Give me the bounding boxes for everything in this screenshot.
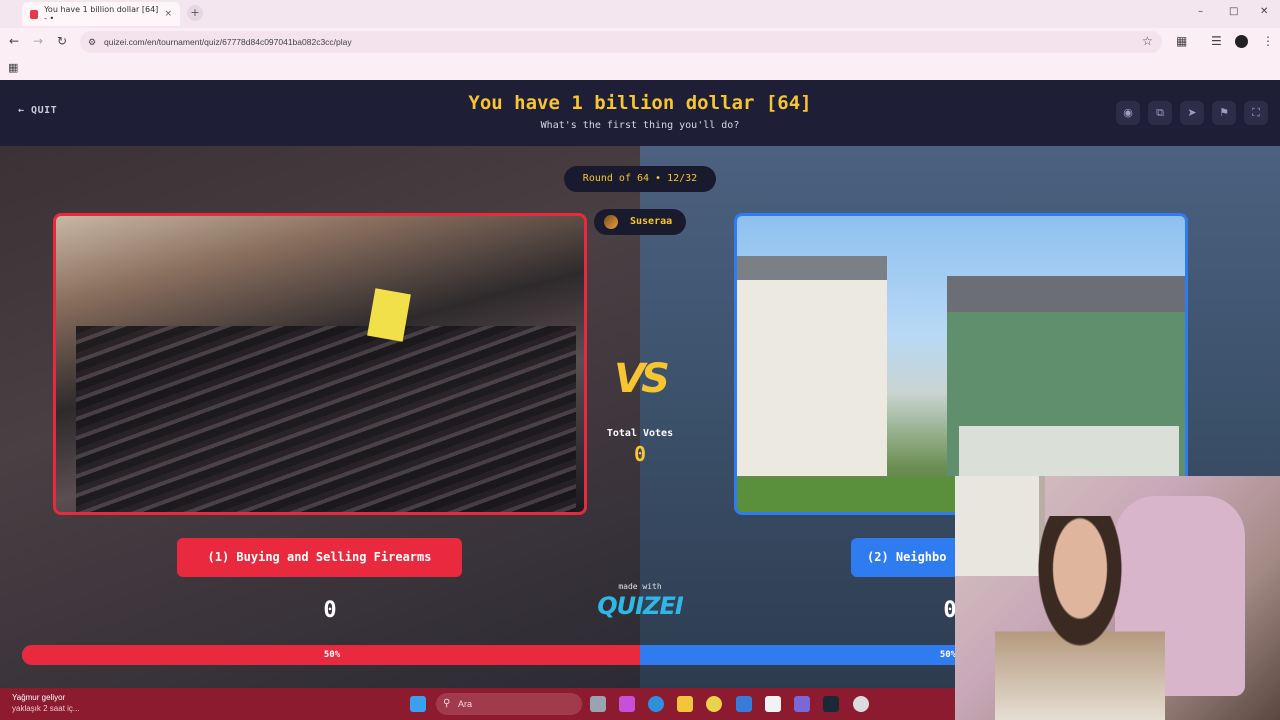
teams-icon[interactable] xyxy=(794,696,810,712)
site-info-icon[interactable]: ⚙ xyxy=(88,31,96,53)
bookmarks-bar: ▦ xyxy=(0,56,1280,80)
total-votes-value: 0 xyxy=(633,442,647,466)
apps-grid-icon[interactable]: ▦ xyxy=(8,61,18,74)
edge-icon[interactable] xyxy=(648,696,664,712)
vs-lightning-icon: VS xyxy=(614,356,670,402)
steam-icon[interactable] xyxy=(823,696,839,712)
browser-tab-active[interactable]: You have 1 billion dollar [64] - • × xyxy=(22,2,180,26)
task-view-icon[interactable] xyxy=(590,696,606,712)
copilot-icon[interactable] xyxy=(619,696,635,712)
back-arrow-icon[interactable]: ← xyxy=(9,34,19,48)
weather-title: Yağmur geliyor xyxy=(12,693,66,702)
option-left-votes: 0 xyxy=(323,598,337,623)
browser-toolbar: ← → ↻ ⚙ quizei.com/en/tournament/quiz/67… xyxy=(0,28,1280,56)
fullscreen-icon[interactable]: ⛶ xyxy=(1244,101,1268,125)
search-placeholder: Ara xyxy=(458,699,473,709)
porch-graphic xyxy=(959,426,1179,476)
creator-badge[interactable]: Suseraa xyxy=(594,209,686,235)
tab-close-icon[interactable]: × xyxy=(164,9,172,19)
quiz-title: You have 1 billion dollar [64] xyxy=(468,92,812,114)
close-window-icon[interactable]: ✕ xyxy=(1260,6,1268,17)
address-bar[interactable]: ⚙ quizei.com/en/tournament/quiz/67778d84… xyxy=(80,31,1162,53)
made-with-label: made with xyxy=(618,582,662,591)
reload-icon[interactable]: ↻ xyxy=(57,34,67,48)
profile-avatar[interactable] xyxy=(1235,35,1248,48)
round-badge: Round of 64 • 12/32 xyxy=(564,166,716,192)
media-control-icon[interactable]: ☰ xyxy=(1211,34,1222,48)
search-icon: ⚲ xyxy=(443,698,451,709)
forward-arrow-icon[interactable]: → xyxy=(33,34,43,48)
url-text: quizei.com/en/tournament/quiz/67778d84c0… xyxy=(104,37,352,47)
bookmark-star-icon[interactable]: ☆ xyxy=(1142,34,1153,48)
browser-menu-icon[interactable]: ⋮ xyxy=(1262,34,1274,48)
firearms-table-graphic xyxy=(76,326,576,512)
store-icon[interactable] xyxy=(765,696,781,712)
minimize-icon[interactable]: – xyxy=(1198,6,1203,17)
weather-widget[interactable]: Yağmur geliyor yaklaşık 2 saat iç... xyxy=(12,692,80,714)
mail-icon[interactable] xyxy=(736,696,752,712)
option-right-image[interactable] xyxy=(734,213,1188,515)
creator-name: Suseraa xyxy=(630,216,673,227)
taskbar-search[interactable]: ⚲ Ara xyxy=(436,693,582,715)
weather-subtitle: yaklaşık 2 saat iç... xyxy=(12,704,80,713)
browser-tab-strip: You have 1 billion dollar [64] - • × + –… xyxy=(0,0,1280,28)
total-votes-label: Total Votes xyxy=(606,428,674,439)
webcam-overlay xyxy=(955,476,1280,720)
maximize-icon[interactable]: □ xyxy=(1229,6,1238,17)
option-left-image[interactable] xyxy=(53,213,587,515)
extensions-icon[interactable]: ▦ xyxy=(1176,34,1187,48)
quiz-header: ← QUIT You have 1 billion dollar [64] Wh… xyxy=(0,80,1280,146)
white-house-graphic xyxy=(737,256,887,476)
file-explorer-icon[interactable] xyxy=(677,696,693,712)
streamer-graphic xyxy=(995,516,1165,720)
flag-icon[interactable]: ⚑ xyxy=(1212,101,1236,125)
windows-start-icon[interactable] xyxy=(410,696,426,712)
os-taskbar: Yağmur geliyor yaklaşık 2 saat iç... ⚲ A… xyxy=(0,688,955,720)
new-tab-button[interactable]: + xyxy=(187,5,203,21)
left-percent-label: 50% xyxy=(323,650,341,660)
tab-title: You have 1 billion dollar [64] - • xyxy=(44,5,159,23)
chrome-icon[interactable] xyxy=(706,696,722,712)
eye-icon[interactable]: ◉ xyxy=(1116,101,1140,125)
quizei-logo[interactable]: QUIZEI xyxy=(580,592,700,620)
obs-icon[interactable] xyxy=(853,696,869,712)
send-icon[interactable]: ➤ xyxy=(1180,101,1204,125)
quiz-subtitle: What's the first thing you'll do? xyxy=(540,120,740,131)
creator-avatar xyxy=(604,215,618,229)
quizei-favicon-icon xyxy=(30,9,39,19)
copy-icon[interactable]: ⧉ xyxy=(1148,101,1172,125)
option-left-button[interactable]: (1) Buying and Selling Firearms xyxy=(177,538,462,577)
